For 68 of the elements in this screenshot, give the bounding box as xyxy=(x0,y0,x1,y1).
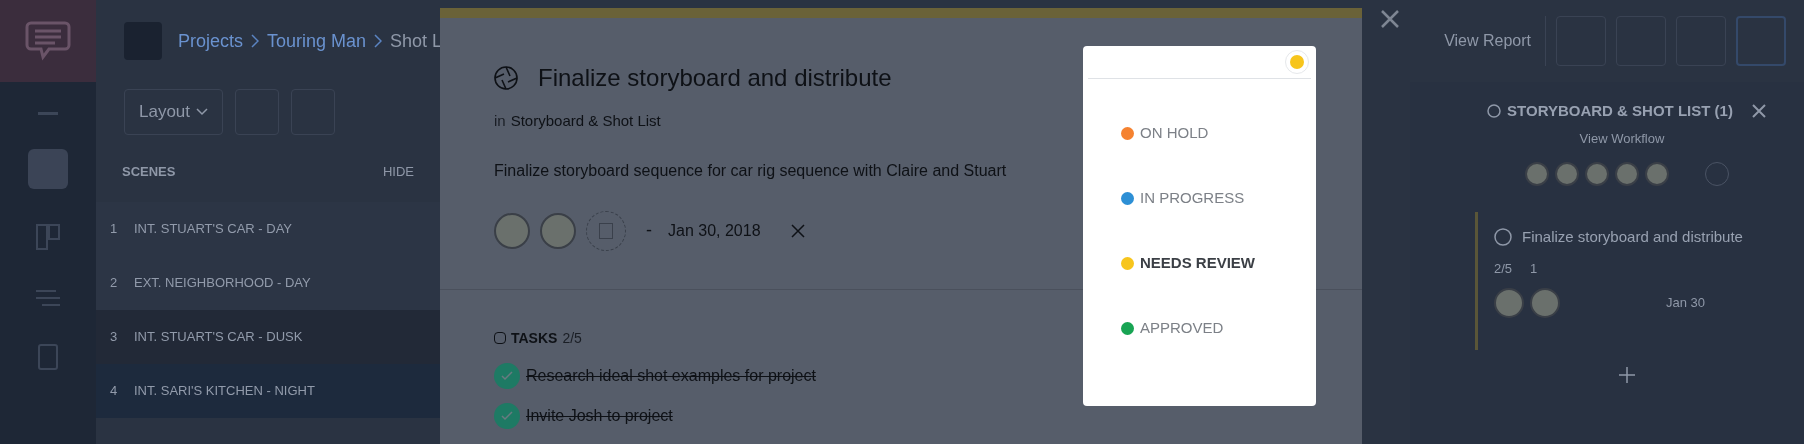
task-title: Finalize storyboard and distribute xyxy=(538,63,892,93)
board-icon[interactable] xyxy=(35,223,61,253)
check-icon xyxy=(501,370,513,381)
scene-name: INT. SARI'S KITCHEN - NIGHT xyxy=(134,382,315,401)
status-option[interactable]: APPROVED xyxy=(1121,318,1316,338)
close-icon[interactable] xyxy=(1750,103,1767,120)
collapse-icon[interactable] xyxy=(38,112,58,115)
avatar xyxy=(1525,162,1549,186)
scene-name: INT. STUART'S CAR - DUSK xyxy=(134,328,303,347)
avatar xyxy=(1494,288,1524,318)
avatar xyxy=(1585,162,1609,186)
scene-name: INT. STUART'S CAR - DAY xyxy=(134,220,293,239)
task-checkbox[interactable] xyxy=(494,362,520,389)
hide-link[interactable]: HIDE xyxy=(382,162,414,182)
card-due-date: Jan 30 xyxy=(1666,294,1706,313)
panel-title: STORYBOARD & SHOT LIST (1) xyxy=(1507,101,1733,121)
logo-tile[interactable] xyxy=(0,0,96,82)
task-count: 2/5 xyxy=(1494,259,1513,278)
avatar xyxy=(540,212,576,249)
due-date: Jan 30, 2018 xyxy=(668,220,761,241)
aperture-icon xyxy=(1487,104,1502,119)
list-link[interactable]: Storyboard & Shot List xyxy=(510,110,661,133)
aperture-icon xyxy=(494,66,518,90)
list-prefix: in xyxy=(494,111,506,131)
view-workflow-link[interactable]: View Workflow xyxy=(1579,128,1665,148)
date-separator: - xyxy=(646,219,652,242)
breadcrumb-link[interactable]: Touring Man xyxy=(267,27,367,55)
list-icon[interactable] xyxy=(34,287,62,309)
chat-bubble-icon xyxy=(25,20,71,62)
status-option[interactable]: NEEDS REVIEW xyxy=(1121,253,1316,273)
breadcrumb-link[interactable]: Shot L xyxy=(390,27,443,55)
status-option[interactable]: ON HOLD xyxy=(1121,123,1316,143)
avatar xyxy=(1645,162,1669,186)
scene-number: 1 xyxy=(109,220,119,239)
breadcrumb-link[interactable]: Projects xyxy=(178,27,244,55)
avatar xyxy=(1615,162,1639,186)
card-title: Finalize storyboard and distribute xyxy=(1522,227,1743,247)
caret-icon xyxy=(196,108,209,116)
document-icon[interactable] xyxy=(37,343,59,371)
task-text: Research ideal shot examples for project xyxy=(526,365,816,386)
add-icon[interactable] xyxy=(1618,366,1636,384)
layout-dropdown[interactable]: Layout xyxy=(124,89,224,135)
tasks-heading: TASKS xyxy=(511,328,558,348)
avatar xyxy=(1530,288,1560,318)
avatar xyxy=(1555,162,1579,186)
close-icon[interactable] xyxy=(790,223,805,238)
task-description: Finalize storyboard sequence for car rig sequence with Claire and Stuart xyxy=(494,160,1008,181)
scene-number: 4 xyxy=(109,382,119,401)
scene-row[interactable]: 3 INT. STUART'S CAR - DUSK xyxy=(96,310,440,364)
scene-number: 3 xyxy=(109,328,119,347)
view-report-button[interactable]: View Report xyxy=(1430,16,1546,66)
scene-name: EXT. NEIGHBORHOOD - DAY xyxy=(134,274,311,293)
checklist-icon xyxy=(494,332,506,344)
task-checkbox[interactable] xyxy=(494,402,520,429)
chevron-right-icon xyxy=(251,34,260,48)
aperture-icon xyxy=(1494,228,1512,247)
task-text: Invite Josh to project xyxy=(526,405,673,426)
avatar xyxy=(494,212,530,249)
task-card[interactable]: Finalize storyboard and distribute 2/5 1 Jan 30 xyxy=(1475,212,1795,350)
scenes-heading: SCENES xyxy=(122,163,176,182)
chevron-right-icon xyxy=(374,34,383,48)
check-icon xyxy=(501,410,513,421)
status-option[interactable]: IN PROGRESS xyxy=(1121,188,1316,208)
tasks-count: 2/5 xyxy=(562,328,582,348)
scene-row[interactable]: 4 INT. SARI'S KITCHEN - NIGHT xyxy=(96,364,440,418)
scene-number: 2 xyxy=(109,274,119,293)
close-icon[interactable] xyxy=(1381,10,1399,28)
attachment-count: 1 xyxy=(1530,259,1538,278)
